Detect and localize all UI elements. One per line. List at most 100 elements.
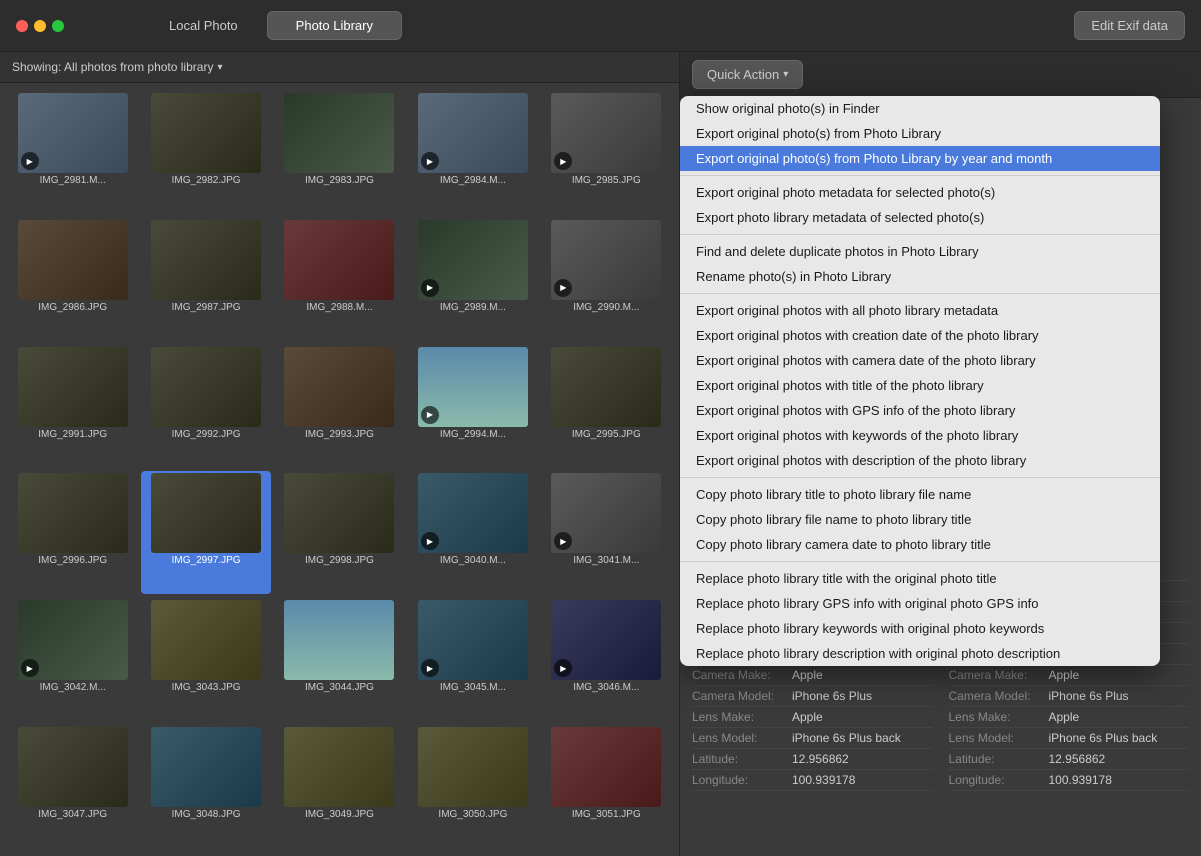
photo-item-p18[interactable]: IMG_2998.JPG [275, 471, 404, 594]
photo-item-p30[interactable]: IMG_3051.JPG [542, 725, 671, 848]
quick-action-arrow-icon: ▾ [783, 69, 788, 80]
minimize-button[interactable] [34, 20, 46, 32]
showing-label: Showing: All photos from photo library [12, 60, 213, 74]
photo-item-p8[interactable]: IMG_2988.M... [275, 218, 404, 341]
photo-item-p9[interactable]: ▶IMG_2989.M... [408, 218, 537, 341]
photo-item-p7[interactable]: IMG_2987.JPG [141, 218, 270, 341]
photo-label-p2: IMG_2982.JPG [151, 175, 261, 186]
photo-label-p15: IMG_2995.JPG [551, 429, 661, 440]
menu-item-replace-description-original[interactable]: Replace photo library description with o… [680, 641, 1160, 666]
menu-item-export-original-metadata[interactable]: Export original photo metadata for selec… [680, 180, 1160, 205]
camera-model-label-2: Camera Model: [949, 689, 1049, 703]
photo-label-p14: IMG_2994.M... [418, 429, 528, 440]
photo-item-p14[interactable]: ▶ IMG_2994.M... [408, 345, 537, 468]
photo-label-p30: IMG_3051.JPG [551, 809, 661, 820]
menu-item-copy-title-to-filename[interactable]: Copy photo library title to photo librar… [680, 482, 1160, 507]
play-icon: ▶ [554, 279, 572, 297]
menu-item-find-delete-duplicates[interactable]: Find and delete duplicate photos in Phot… [680, 239, 1160, 264]
camera-model-row-2: Camera Model: iPhone 6s Plus [949, 686, 1190, 707]
menu-separator-4 [680, 561, 1160, 562]
photo-item-p19[interactable]: ▶IMG_3040.M... [408, 471, 537, 594]
play-icon: ▶ [554, 532, 572, 550]
photo-item-p21[interactable]: ▶IMG_3042.M... [8, 598, 137, 721]
tab-local-photo[interactable]: Local Photo [140, 11, 267, 40]
photo-item-p17[interactable]: IMG_2997.JPG [141, 471, 270, 594]
photo-item-p23[interactable]: IMG_3044.JPG [275, 598, 404, 721]
close-button[interactable] [16, 20, 28, 32]
photo-item-p4[interactable]: ▶ IMG_2984.M... [408, 91, 537, 214]
play-icon: ▶ [421, 532, 439, 550]
photo-item-p20[interactable]: ▶IMG_3041.M... [542, 471, 671, 594]
menu-item-copy-camera-date-to-title[interactable]: Copy photo library camera date to photo … [680, 532, 1160, 557]
photo-item-p26[interactable]: IMG_3047.JPG [8, 725, 137, 848]
camera-model-label-1: Camera Model: [692, 689, 792, 703]
quick-action-bar: Quick Action ▾ [680, 52, 1201, 98]
play-icon: ▶ [421, 152, 439, 170]
menu-item-show-original-finder[interactable]: Show original photo(s) in Finder [680, 96, 1160, 121]
main-content: Showing: All photos from photo library ▾… [0, 52, 1201, 856]
menu-item-replace-keywords-original[interactable]: Replace photo library keywords with orig… [680, 616, 1160, 641]
photo-label-p25: IMG_3046.M... [551, 682, 661, 693]
right-panel: Quick Action ▾ Show original photo(s) in… [680, 52, 1201, 856]
menu-item-export-all-metadata[interactable]: Export original photos with all photo li… [680, 298, 1160, 323]
menu-item-export-description[interactable]: Export original photos with description … [680, 448, 1160, 473]
menu-separator-2 [680, 293, 1160, 294]
photo-item-p2[interactable]: IMG_2982.JPG [141, 91, 270, 214]
photo-item-p12[interactable]: IMG_2992.JPG [141, 345, 270, 468]
menu-item-export-from-photo-library[interactable]: Export original photo(s) from Photo Libr… [680, 121, 1160, 146]
photo-item-p25[interactable]: ▶ IMG_3046.M... [542, 598, 671, 721]
photo-item-p5[interactable]: ▶IMG_2985.JPG [542, 91, 671, 214]
photo-item-p1[interactable]: ▶IMG_2981.M... [8, 91, 137, 214]
photo-item-p10[interactable]: ▶IMG_2990.M... [542, 218, 671, 341]
play-icon: ▶ [554, 659, 572, 677]
photo-item-p27[interactable]: IMG_3048.JPG [141, 725, 270, 848]
photo-item-p15[interactable]: IMG_2995.JPG [542, 345, 671, 468]
camera-make-value-2: Apple [1049, 668, 1190, 682]
tab-photo-library[interactable]: Photo Library [267, 11, 402, 40]
latitude-value-2: 12.956862 [1049, 752, 1190, 766]
camera-make-label-1: Camera Make: [692, 668, 792, 682]
lens-make-row-2: Lens Make: Apple [949, 707, 1190, 728]
menu-item-replace-gps-original[interactable]: Replace photo library GPS info with orig… [680, 591, 1160, 616]
camera-model-value-2: iPhone 6s Plus [1049, 689, 1190, 703]
menu-item-export-creation-date[interactable]: Export original photos with creation dat… [680, 323, 1160, 348]
photo-item-p28[interactable]: IMG_3049.JPG [275, 725, 404, 848]
photo-label-p4: IMG_2984.M... [418, 175, 528, 186]
photo-item-p16[interactable]: IMG_2996.JPG [8, 471, 137, 594]
edit-exif-button[interactable]: Edit Exif data [1074, 11, 1185, 40]
photo-item-p3[interactable]: IMG_2983.JPG [275, 91, 404, 214]
photo-item-p24[interactable]: ▶IMG_3045.M... [408, 598, 537, 721]
quick-action-button[interactable]: Quick Action ▾ [692, 60, 803, 89]
menu-item-export-keywords[interactable]: Export original photos with keywords of … [680, 423, 1160, 448]
menu-item-export-gps[interactable]: Export original photos with GPS info of … [680, 398, 1160, 423]
photo-label-p8: IMG_2988.M... [284, 302, 394, 313]
photo-item-p22[interactable]: IMG_3043.JPG [141, 598, 270, 721]
photo-label-p1: IMG_2981.M... [18, 175, 128, 186]
showing-dropdown-arrow: ▾ [217, 62, 222, 73]
lens-make-label-1: Lens Make: [692, 710, 792, 724]
photo-label-p11: IMG_2991.JPG [18, 429, 128, 440]
latitude-row-1: Latitude: 12.956862 [692, 749, 933, 770]
play-icon: ▶ [421, 406, 439, 424]
photo-label-p17: IMG_2997.JPG [151, 555, 261, 566]
photo-label-p3: IMG_2983.JPG [284, 175, 394, 186]
menu-item-replace-title-original[interactable]: Replace photo library title with the ori… [680, 566, 1160, 591]
menu-item-export-camera-date[interactable]: Export original photos with camera date … [680, 348, 1160, 373]
latitude-value-1: 12.956862 [792, 752, 933, 766]
photo-panel: Showing: All photos from photo library ▾… [0, 52, 680, 856]
maximize-button[interactable] [52, 20, 64, 32]
photo-label-p6: IMG_2986.JPG [18, 302, 128, 313]
lens-make-label-2: Lens Make: [949, 710, 1049, 724]
photo-item-p29[interactable]: IMG_3050.JPG [408, 725, 537, 848]
photo-item-p11[interactable]: IMG_2991.JPG [8, 345, 137, 468]
menu-item-export-library-metadata[interactable]: Export photo library metadata of selecte… [680, 205, 1160, 230]
menu-item-export-by-year-month[interactable]: Export original photo(s) from Photo Libr… [680, 146, 1160, 171]
menu-item-rename-photos[interactable]: Rename photo(s) in Photo Library [680, 264, 1160, 289]
menu-item-copy-filename-to-title[interactable]: Copy photo library file name to photo li… [680, 507, 1160, 532]
menu-separator-1 [680, 234, 1160, 235]
menu-item-export-title[interactable]: Export original photos with title of the… [680, 373, 1160, 398]
photo-label-p28: IMG_3049.JPG [284, 809, 394, 820]
photo-item-p13[interactable]: IMG_2993.JPG [275, 345, 404, 468]
showing-bar[interactable]: Showing: All photos from photo library ▾ [0, 52, 679, 83]
photo-item-p6[interactable]: IMG_2986.JPG [8, 218, 137, 341]
